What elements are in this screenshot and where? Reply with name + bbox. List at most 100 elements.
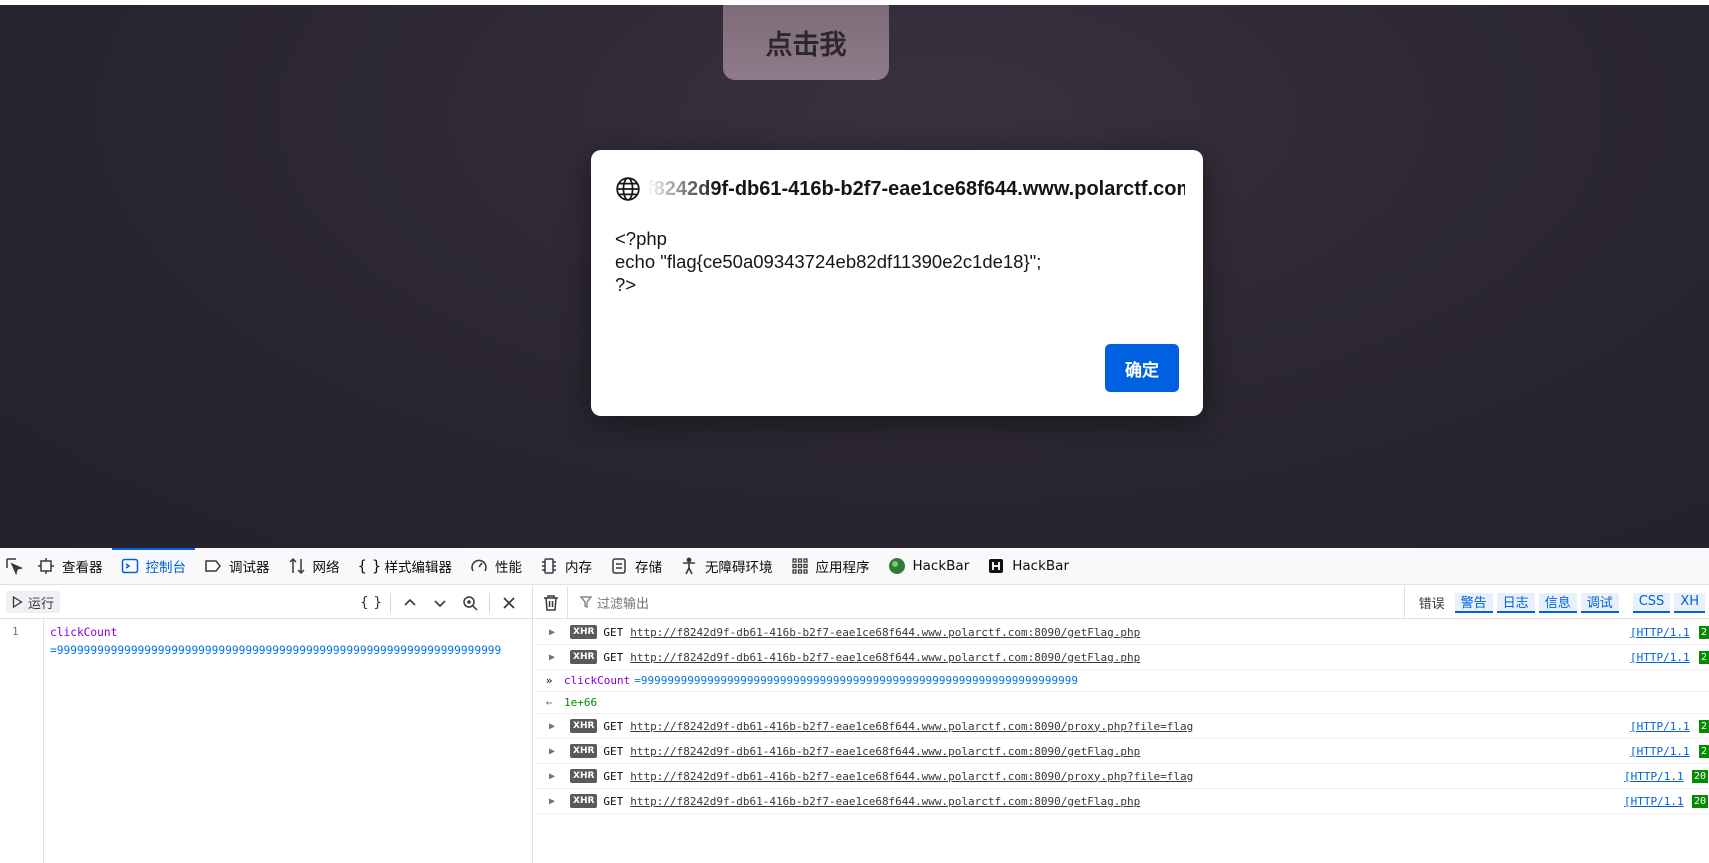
status-badge: 2 (1699, 744, 1709, 758)
tab-debugger[interactable]: 调试器 (195, 548, 279, 584)
filter-debug-button[interactable]: 调试 (1580, 592, 1619, 613)
request-url[interactable]: http://f8242d9f-db61-416b-b2f7-eae1ce68f… (630, 795, 1140, 808)
code-property: clickCount (50, 626, 118, 639)
message-list: ▶ XHR GET http://f8242d9f-db61-416b-b2f7… (534, 620, 1709, 814)
memory-icon (542, 558, 556, 574)
protocol-link[interactable]: [HTTP/1.1 (1624, 795, 1684, 808)
filter-logs-button[interactable]: 日志 (1496, 592, 1535, 613)
pretty-print-button[interactable]: { } (356, 590, 386, 616)
protocol-link[interactable]: [HTTP/1.1 (1624, 770, 1684, 783)
tab-label: 控制台 (145, 560, 187, 576)
globe-icon (616, 177, 640, 201)
run-label: 运行 (28, 596, 55, 612)
expand-arrow-icon[interactable]: ▶ (534, 627, 570, 638)
filter-placeholder: 过滤输出 (597, 596, 650, 612)
tab-storage[interactable]: 存储 (601, 548, 671, 584)
xhr-badge: XHR (570, 650, 598, 664)
history-down-button[interactable] (425, 590, 455, 616)
accessibility-icon (683, 557, 695, 575)
tab-label: HackBar (1012, 558, 1069, 574)
request-method: GET (603, 769, 624, 783)
run-button[interactable]: 运行 (6, 591, 61, 613)
tab-accessibility[interactable]: 无障碍环境 (671, 548, 782, 584)
request-url[interactable]: http://f8242d9f-db61-416b-b2f7-eae1ce68f… (630, 626, 1140, 639)
filter-warnings-button[interactable]: 警告 (1454, 592, 1493, 613)
filter-icon (580, 596, 592, 608)
divider (489, 592, 490, 613)
request-url[interactable]: http://f8242d9f-db61-416b-b2f7-eae1ce68f… (630, 745, 1140, 758)
inspector-icon (38, 558, 54, 574)
divider (390, 592, 391, 613)
tab-network[interactable]: 网络 (279, 548, 349, 584)
xhr-badge: XHR (570, 794, 598, 808)
reverse-search-button[interactable] (455, 590, 485, 616)
request-url[interactable]: http://f8242d9f-db61-416b-b2f7-eae1ce68f… (630, 651, 1140, 664)
devtools-tabbar: 查看器 控制台 调试器 网络 { } 样式编辑器 性能 内存 存储 无障碍环境 … (0, 548, 1709, 585)
tab-label: 内存 (565, 560, 592, 576)
protocol-link[interactable]: [HTTP/1.1 (1630, 720, 1690, 733)
xhr-badge: XHR (570, 625, 598, 639)
network-message[interactable]: ▶ XHR GET http://f8242d9f-db61-416b-b2f7… (534, 789, 1709, 814)
tab-hackbar-1[interactable]: HackBar (879, 548, 979, 584)
tab-memory[interactable]: 内存 (531, 548, 601, 584)
input-chevron-icon: » (545, 674, 553, 687)
alert-dialog: f8242d9f-db61-416b-b2f7-eae1ce68f644.www… (591, 150, 1203, 416)
request-method: GET (603, 650, 624, 664)
network-message[interactable]: ▶ XHR GET http://f8242d9f-db61-416b-b2f7… (534, 764, 1709, 789)
network-message[interactable]: ▶ XHR GET http://f8242d9f-db61-416b-b2f7… (534, 620, 1709, 645)
console-input-echo: » clickCount =99999999999999999999999999… (534, 670, 1709, 692)
console-result: ← 1e+66 (534, 692, 1709, 714)
protocol-link[interactable]: [HTTP/1.1 (1630, 626, 1690, 639)
request-method: GET (603, 625, 624, 639)
filter-xhr-button[interactable]: XH (1674, 592, 1705, 613)
input-property: clickCount (564, 674, 631, 687)
request-method: GET (603, 719, 624, 733)
filter-errors-button[interactable]: 错误 (1413, 593, 1451, 613)
console-icon (121, 558, 138, 574)
protocol-link[interactable]: [HTTP/1.1 (1630, 745, 1690, 758)
status-badge: 20 (1692, 769, 1709, 783)
application-icon (791, 558, 808, 574)
output-toolbar: 过滤输出 错误 警告 日志 信息 调试 CSS XH (534, 585, 1709, 619)
expand-arrow-icon[interactable]: ▶ (534, 771, 570, 782)
xhr-badge: XHR (570, 769, 598, 783)
close-editor-button[interactable] (494, 590, 524, 616)
network-message[interactable]: ▶ XHR GET http://f8242d9f-db61-416b-b2f7… (534, 645, 1709, 670)
code-value: =999999999999999999999999999999999999999… (50, 644, 502, 657)
chevron-up-icon (404, 598, 416, 606)
expand-arrow-icon[interactable]: ▶ (534, 746, 570, 757)
clear-console-button[interactable] (534, 585, 568, 619)
request-url[interactable]: http://f8242d9f-db61-416b-b2f7-eae1ce68f… (630, 720, 1193, 733)
xhr-badge: XHR (570, 744, 598, 758)
style-editor-icon: { } (357, 557, 382, 575)
performance-icon (471, 559, 487, 572)
code-area[interactable]: clickCount =9999999999999999999999999999… (50, 624, 525, 660)
expand-arrow-icon[interactable]: ▶ (534, 652, 570, 663)
tab-label: 应用程序 (815, 560, 870, 576)
tab-inspector[interactable]: 查看器 (28, 548, 112, 584)
status-badge: 2 (1699, 650, 1709, 664)
expand-arrow-icon[interactable]: ▶ (534, 721, 570, 732)
element-picker-button[interactable] (0, 548, 28, 584)
tab-application[interactable]: 应用程序 (782, 548, 879, 584)
tab-performance[interactable]: 性能 (461, 548, 531, 584)
history-up-button[interactable] (395, 590, 425, 616)
tab-console[interactable]: 控制台 (111, 548, 196, 584)
request-url[interactable]: http://f8242d9f-db61-416b-b2f7-eae1ce68f… (630, 770, 1193, 783)
result-value[interactable]: 1e+66 (564, 696, 597, 709)
line-gutter: 1 (0, 619, 44, 863)
search-icon (463, 595, 478, 611)
filter-output-input[interactable]: 过滤输出 (580, 593, 649, 612)
editor-tools: { } (356, 586, 524, 619)
network-message[interactable]: ▶ XHR GET http://f8242d9f-db61-416b-b2f7… (534, 739, 1709, 764)
ok-button[interactable]: 确定 (1105, 344, 1179, 392)
dialog-message: <?php echo "flag{ce50a09343724eb82df1139… (615, 228, 1042, 295)
tab-style-editor[interactable]: { } 样式编辑器 (349, 548, 462, 584)
click-me-button[interactable]: 点击我 (723, 5, 889, 80)
protocol-link[interactable]: [HTTP/1.1 (1630, 651, 1690, 664)
network-message[interactable]: ▶ XHR GET http://f8242d9f-db61-416b-b2f7… (534, 714, 1709, 739)
filter-css-button[interactable]: CSS (1632, 592, 1671, 613)
filter-info-button[interactable]: 信息 (1538, 592, 1577, 613)
expand-arrow-icon[interactable]: ▶ (534, 796, 570, 807)
tab-hackbar-2[interactable]: HackBar (978, 548, 1078, 584)
